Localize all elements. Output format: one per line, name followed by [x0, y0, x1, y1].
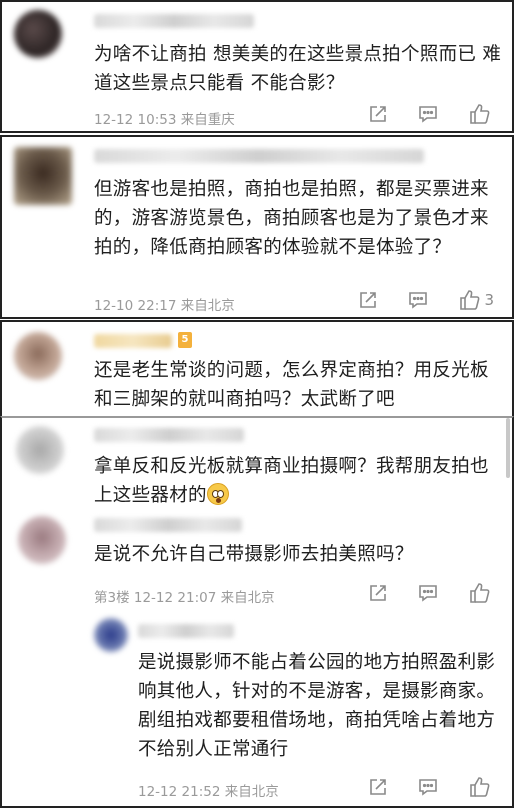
comment-meta: 12-12 21:52 来自北京: [138, 784, 279, 800]
avatar[interactable]: [18, 516, 66, 564]
comment-icon: [409, 292, 428, 309]
share-button[interactable]: [358, 290, 378, 310]
thumbs-up-icon: [460, 290, 480, 310]
username[interactable]: [94, 149, 424, 163]
comment-actions: [368, 103, 494, 125]
comment-button[interactable]: [418, 777, 438, 797]
comment-text: 还是老生常谈的问题，怎么界定商拍？用反光板和三脚架的就叫商拍吗？太武断了吧: [94, 360, 489, 410]
username[interactable]: [94, 518, 242, 532]
share-button[interactable]: [368, 777, 388, 797]
avatar[interactable]: [14, 147, 72, 205]
comment-actions: 3: [358, 289, 494, 311]
comment-text-body: 拿单反和反光板就算商业拍摄啊？我帮朋友拍也上这些器材的: [94, 456, 489, 506]
share-button[interactable]: [368, 104, 388, 124]
comment-card: 但游客也是拍照，商拍也是拍照，都是买票进来的，游客游览景色，商拍顾客也是为了景色…: [0, 135, 514, 319]
like-button[interactable]: [468, 582, 494, 604]
username[interactable]: [138, 624, 234, 638]
comment-text: 是说摄影师不能占着公园的地方拍照盈利影响其他人，针对的不是游客，是摄影商家。剧组…: [138, 652, 496, 760]
comment-button[interactable]: [418, 583, 438, 603]
share-button[interactable]: [368, 583, 388, 603]
share-icon: [370, 106, 386, 122]
thumbs-up-icon: [470, 104, 490, 124]
comment-card: 为啥不让商拍 想美美的在这些景点拍个照而已 难道这些景点只能看 不能合影？ 12…: [0, 0, 514, 133]
comment-button[interactable]: [408, 290, 428, 310]
username[interactable]: [94, 428, 244, 442]
comment-button[interactable]: [418, 104, 438, 124]
comment-card: 5 还是老生常谈的问题，怎么界定商拍？用反光板和三脚架的就叫商拍吗？太武断了吧: [0, 320, 514, 416]
avatar[interactable]: [14, 332, 62, 380]
comment-icon: [419, 779, 437, 796]
username[interactable]: [94, 14, 254, 28]
username[interactable]: [94, 334, 172, 348]
comment-icon: [419, 585, 437, 602]
share-icon: [360, 292, 377, 308]
comment-text: 拿单反和反光板就算商业拍摄啊？我帮朋友拍也上这些器材的: [94, 452, 504, 510]
flushed-face-icon: [206, 483, 229, 505]
share-icon: [370, 779, 386, 795]
vip-badge: 5: [178, 332, 192, 348]
comment-text: 但游客也是拍照，商拍也是拍照，都是买票进来的，游客游览景色，商拍顾客也是为了景色…: [94, 179, 489, 258]
avatar[interactable]: [14, 10, 62, 58]
comment-card: 拿单反和反光板就算商业拍摄啊？我帮朋友拍也上这些器材的 是说不允许自己带摄影师去…: [0, 416, 514, 808]
avatar[interactable]: [94, 618, 128, 652]
thumbs-up-icon: [470, 583, 490, 603]
like-button[interactable]: 3: [458, 289, 494, 311]
thumbs-up-icon: [470, 777, 490, 797]
like-button[interactable]: [468, 776, 494, 798]
like-button[interactable]: [468, 103, 494, 125]
comment-text: 是说不允许自己带摄影师去拍美照吗？: [94, 544, 414, 565]
comment-meta: 12-10 22:17 来自北京: [94, 298, 235, 314]
like-count: 3: [484, 291, 494, 309]
comment-actions: [368, 582, 494, 604]
comment-actions: [368, 776, 494, 798]
comment-text: 为啥不让商拍 想美美的在这些景点拍个照而已 难道这些景点只能看 不能合影？: [94, 44, 502, 94]
comment-meta: 第3楼 12-12 21:07 来自北京: [94, 590, 275, 606]
scrollbar[interactable]: [506, 418, 510, 478]
share-icon: [370, 585, 386, 601]
comment-icon: [419, 106, 437, 123]
comment-meta: 12-12 10:53 来自重庆: [94, 112, 235, 128]
avatar[interactable]: [16, 426, 64, 474]
